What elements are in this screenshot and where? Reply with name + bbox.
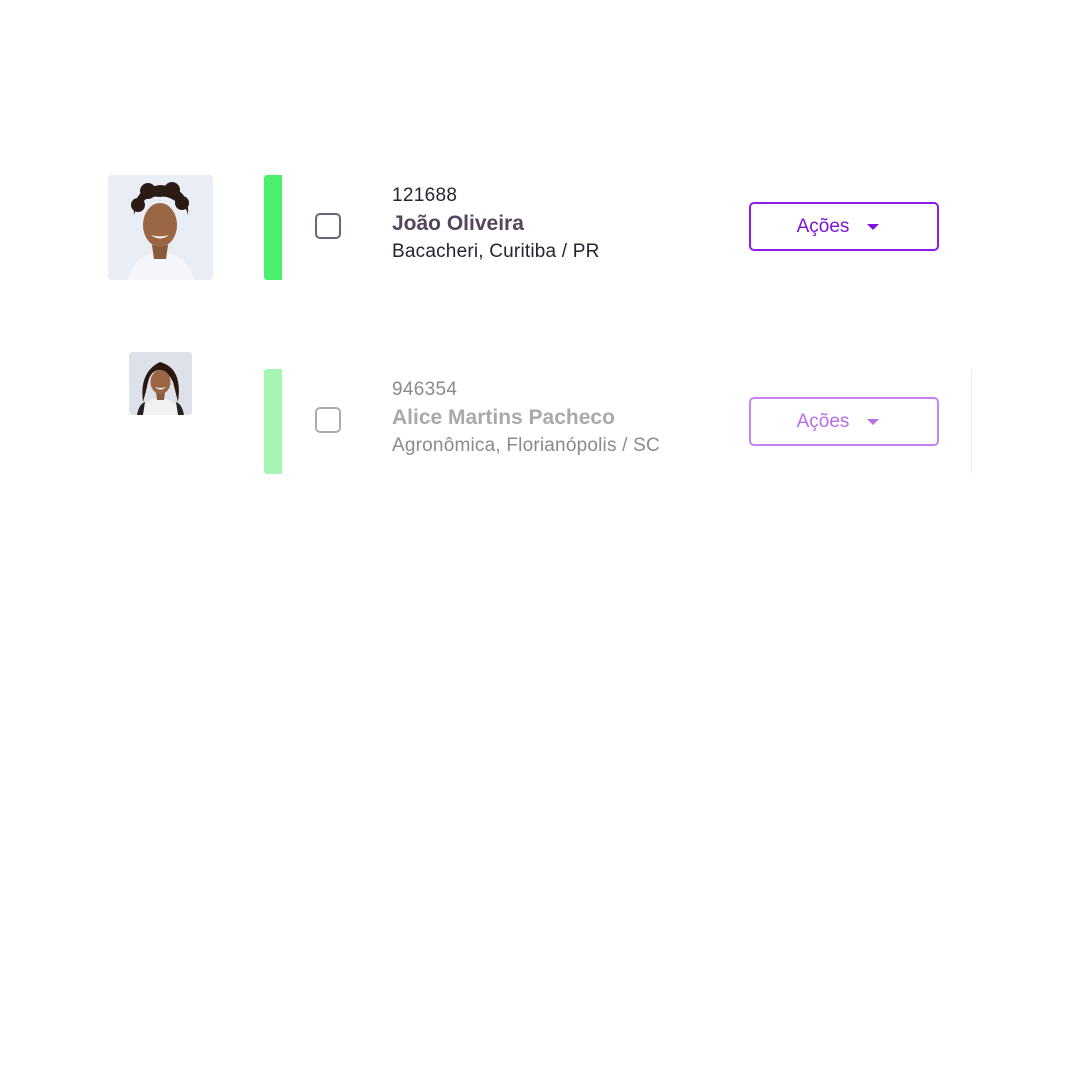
row-checkbox[interactable] (315, 213, 341, 239)
client-code: 946354 (392, 379, 458, 400)
client-name: João Oliveira (392, 212, 524, 235)
actions-dropdown-button[interactable]: Ações (749, 397, 939, 446)
actions-label: Ações (796, 410, 850, 432)
caret-down-icon (867, 223, 880, 230)
avatar-photo (108, 175, 213, 280)
caret-down-icon (867, 418, 880, 425)
client-info: 121688 João Oliveira Bacacheri, Curitiba… (392, 185, 600, 265)
client-location: Agronômica, Florianópolis / SC (392, 435, 660, 456)
avatar (129, 352, 192, 415)
status-indicator (264, 369, 282, 474)
client-info: 946354 Alice Martins Pacheco Agronômica,… (392, 379, 660, 459)
list-item: 121688 João Oliveira Bacacheri, Curitiba… (0, 175, 1080, 280)
avatar (108, 175, 213, 280)
client-code: 121688 (392, 185, 458, 206)
divider (971, 369, 972, 473)
list-item: 946354 Alice Martins Pacheco Agronômica,… (0, 352, 1080, 474)
avatar-photo (129, 352, 192, 415)
client-name: Alice Martins Pacheco (392, 406, 615, 429)
actions-dropdown-button[interactable]: Ações (749, 202, 939, 251)
row-checkbox[interactable] (315, 407, 341, 433)
client-location: Bacacheri, Curitiba / PR (392, 241, 600, 262)
actions-label: Ações (796, 215, 850, 237)
status-indicator (264, 175, 282, 280)
